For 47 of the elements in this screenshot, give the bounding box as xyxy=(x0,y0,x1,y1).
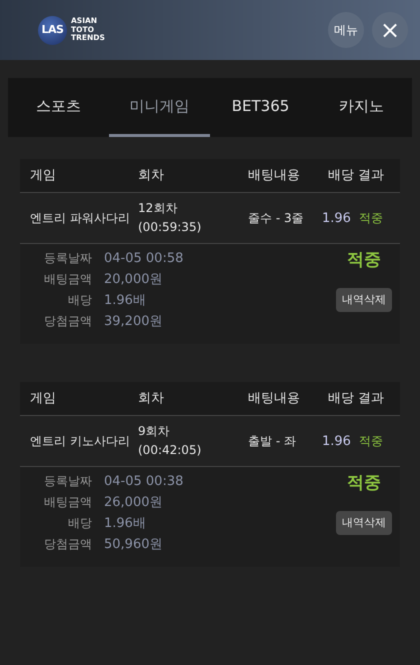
detail-label: 배팅금액 xyxy=(43,494,92,511)
column-header: 회차 xyxy=(138,167,165,185)
column-header: 배팅내용 xyxy=(248,167,301,185)
tab[interactable]: 미니게임 xyxy=(109,78,210,137)
detail-value: 20,000원 xyxy=(104,271,162,289)
table-cell-text: 12회차 (00:59:35) xyxy=(138,200,202,236)
status-text: 적중 xyxy=(347,472,381,495)
logo-badge: LAS xyxy=(38,16,67,44)
detail-label: 배당 xyxy=(67,515,92,532)
table-cell-text: 1.96 xyxy=(321,210,352,228)
column-header: 배팅내용 xyxy=(248,390,301,408)
tab[interactable]: 카지노 xyxy=(311,78,412,137)
status-text: 적중 xyxy=(347,249,381,272)
detail-value: 04-05 00:58 xyxy=(104,250,184,268)
table-cell-text: 줄수 - 3줄 xyxy=(248,210,305,226)
detail-label: 등록날짜 xyxy=(43,473,92,490)
detail-value: 39,200원 xyxy=(104,313,162,331)
table-cell-text: 적중 xyxy=(358,210,384,226)
detail-label: 배당 xyxy=(67,292,92,309)
detail-value: 26,000원 xyxy=(104,494,162,512)
column-header: 게임 xyxy=(30,390,57,408)
detail-value: 1.96배 xyxy=(104,292,146,310)
detail-label: 배팅금액 xyxy=(43,271,92,288)
detail-label: 당첨금액 xyxy=(43,313,92,330)
table-cell-text: 9회차 (00:42:05) xyxy=(138,423,202,459)
table-cell-text: 엔트리 파워사다리 xyxy=(30,210,131,226)
column-header: 결과 xyxy=(357,167,385,185)
detail-label: 등록날짜 xyxy=(43,250,92,267)
delete-button[interactable]: 내역삭제 xyxy=(336,510,392,535)
column-header: 배당 xyxy=(327,390,355,408)
detail-value: 50,960원 xyxy=(104,536,162,554)
menu-button[interactable]: 메뉴 xyxy=(328,12,364,48)
delete-button[interactable]: 내역삭제 xyxy=(336,288,392,312)
close-button[interactable]: × xyxy=(372,12,408,48)
tab[interactable]: 스포츠 xyxy=(8,78,109,137)
column-header: 배당 xyxy=(327,167,355,185)
column-header: 게임 xyxy=(30,167,57,185)
table-cell-text: 출발 - 좌 xyxy=(248,432,297,450)
table-cell-text: 1.96 xyxy=(321,432,352,450)
column-header: 결과 xyxy=(357,390,385,408)
column-header: 회차 xyxy=(138,390,165,408)
detail-value: 1.96배 xyxy=(104,515,146,533)
table-cell-text: 엔트리 키노사다리 xyxy=(30,432,131,450)
detail-label: 당첨금액 xyxy=(43,536,92,553)
tab[interactable]: BET365 xyxy=(210,78,311,137)
table-cell-text: 적중 xyxy=(358,432,384,450)
detail-value: 04-05 00:38 xyxy=(104,473,184,491)
